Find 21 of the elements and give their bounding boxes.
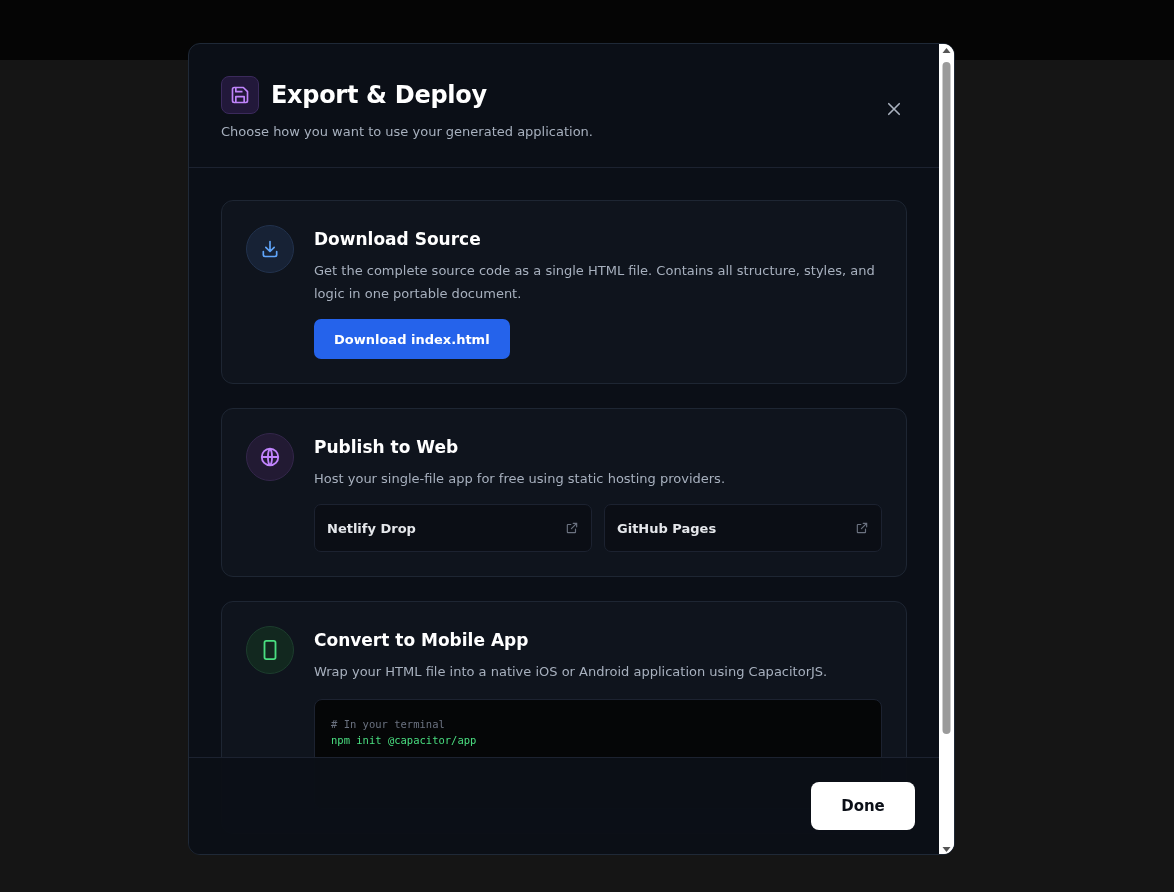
code-comment: # In your terminal xyxy=(331,717,446,732)
scrollbar-drawing[interactable] xyxy=(939,44,954,854)
code-line: npm init @capacitor/app xyxy=(331,733,478,748)
external-link-icon xyxy=(565,521,579,535)
option-description: Host your single-file app for free using static hosting providers. xyxy=(314,470,727,488)
dialog-title: Export & Deploy xyxy=(271,81,487,109)
close-icon xyxy=(885,100,903,118)
option-title: Convert to Mobile App xyxy=(314,630,530,650)
download-button[interactable]: Download index.html xyxy=(314,319,510,359)
dialog-subtitle: Choose how you want to use your generated application. xyxy=(221,124,593,139)
hosting-link[interactable]: Netlify Drop xyxy=(314,504,592,552)
option-title: Download Source xyxy=(314,229,482,249)
globe-icon xyxy=(259,446,281,468)
done-button[interactable]: Done xyxy=(811,782,915,830)
hosting-link[interactable]: GitHub Pages xyxy=(604,504,882,552)
option-title: Publish to Web xyxy=(314,437,460,457)
download-icon xyxy=(260,239,280,259)
external-link-icon xyxy=(855,521,869,535)
option-description: Wrap your HTML file into a native iOS or Android application using CapacitorJS. xyxy=(314,663,829,681)
option-description: Get the complete source code as a single HTML file. Contains all structure, styles, and logic in one portable document. xyxy=(314,262,876,303)
save-icon xyxy=(221,76,259,114)
